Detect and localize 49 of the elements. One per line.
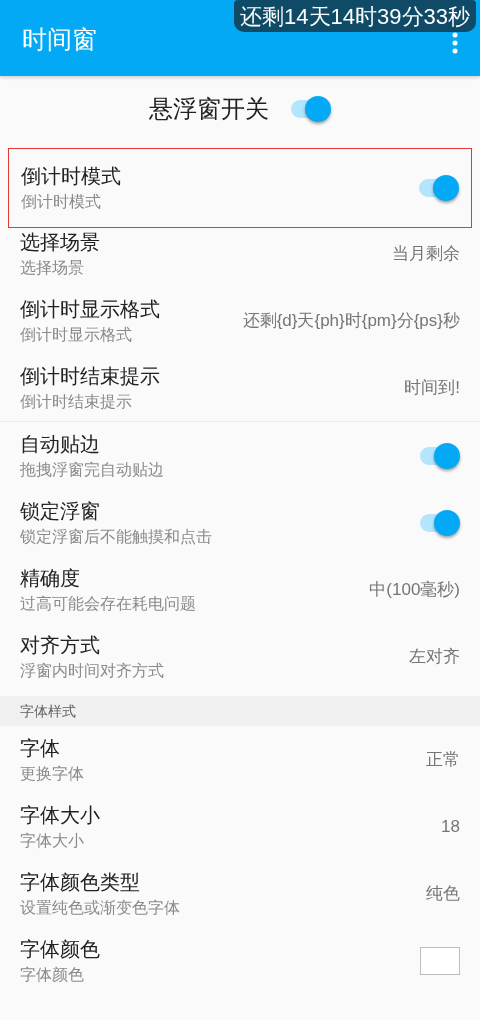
setting-title: 字体颜色 — [20, 936, 100, 962]
setting-title: 锁定浮窗 — [20, 498, 101, 524]
setting-value: 18 — [441, 815, 460, 838]
setting-row[interactable]: 倒计时显示格式 倒计时显示格式 还剩{d}天{ph}时{pm}分{ps}秒 — [0, 287, 480, 354]
setting-subtitle: 选择场景 — [20, 257, 85, 278]
setting-title: 对齐方式 — [20, 632, 101, 658]
setting-subtitle: 浮窗内时间对齐方式 — [20, 660, 164, 681]
setting-row[interactable]: 精确度 过高可能会存在耗电问题 中(100毫秒) — [0, 556, 480, 623]
setting-title: 精确度 — [20, 565, 81, 591]
setting-subtitle: 字体大小 — [20, 830, 85, 851]
setting-row[interactable]: 倒计时模式 倒计时模式 — [8, 148, 472, 228]
setting-value: 中(100毫秒) — [369, 578, 460, 601]
more-icon[interactable] — [452, 32, 458, 54]
setting-subtitle: 倒计时结束提示 — [20, 391, 133, 412]
setting-row[interactable]: 字体颜色类型 设置纯色或渐变色字体 纯色 — [0, 860, 480, 927]
setting-title: 选择场景 — [20, 229, 100, 255]
setting-row[interactable]: 自动贴边 拖拽浮窗完自动贴边 — [0, 422, 480, 489]
countdown-overlay[interactable]: 还剩14天14时39分33秒 — [234, 0, 476, 32]
color-swatch[interactable] — [420, 946, 460, 975]
setting-title: 字体 — [20, 735, 61, 761]
setting-title: 字体颜色类型 — [20, 869, 141, 895]
setting-row[interactable]: 锁定浮窗 锁定浮窗后不能触摸和点击 — [0, 489, 480, 556]
setting-subtitle: 更换字体 — [20, 763, 84, 784]
setting-subtitle: 过高可能会存在耗电问题 — [20, 593, 196, 614]
setting-value: 还剩{d}天{ph}时{pm}分{ps}秒 — [242, 309, 460, 332]
app-title: 时间窗 — [22, 24, 97, 56]
setting-row[interactable]: 字体 更换字体 正常 — [0, 726, 480, 793]
setting-value: 纯色 — [426, 882, 460, 905]
setting-title: 倒计时模式 — [21, 164, 121, 189]
setting-subtitle: 字体颜色 — [20, 964, 85, 985]
setting-subtitle: 倒计时模式 — [21, 192, 102, 212]
setting-row[interactable]: 对齐方式 浮窗内时间对齐方式 左对齐 — [0, 623, 480, 690]
setting-row[interactable]: 字体颜色 字体颜色 — [0, 927, 480, 994]
setting-subtitle: 倒计时显示格式 — [20, 324, 133, 345]
setting-title: 字体大小 — [20, 802, 100, 828]
section-header: 字体样式 — [0, 696, 480, 726]
master-switch-label: 悬浮窗开关 — [149, 94, 269, 124]
setting-row[interactable]: 倒计时结束提示 倒计时结束提示 时间到! — [0, 354, 480, 421]
setting-title: 倒计时显示格式 — [20, 296, 160, 322]
setting-row[interactable]: 字体大小 字体大小 18 — [0, 793, 480, 860]
setting-value: 正常 — [426, 748, 460, 771]
setting-title: 自动贴边 — [20, 431, 101, 457]
setting-subtitle: 设置纯色或渐变色字体 — [20, 897, 180, 918]
setting-subtitle: 锁定浮窗后不能触摸和点击 — [20, 526, 212, 547]
setting-value: 当月剩余 — [392, 242, 460, 265]
setting-subtitle: 拖拽浮窗完自动贴边 — [20, 459, 164, 480]
setting-value: 左对齐 — [409, 645, 460, 668]
setting-title: 倒计时结束提示 — [20, 363, 160, 389]
setting-value: 时间到! — [404, 376, 460, 399]
